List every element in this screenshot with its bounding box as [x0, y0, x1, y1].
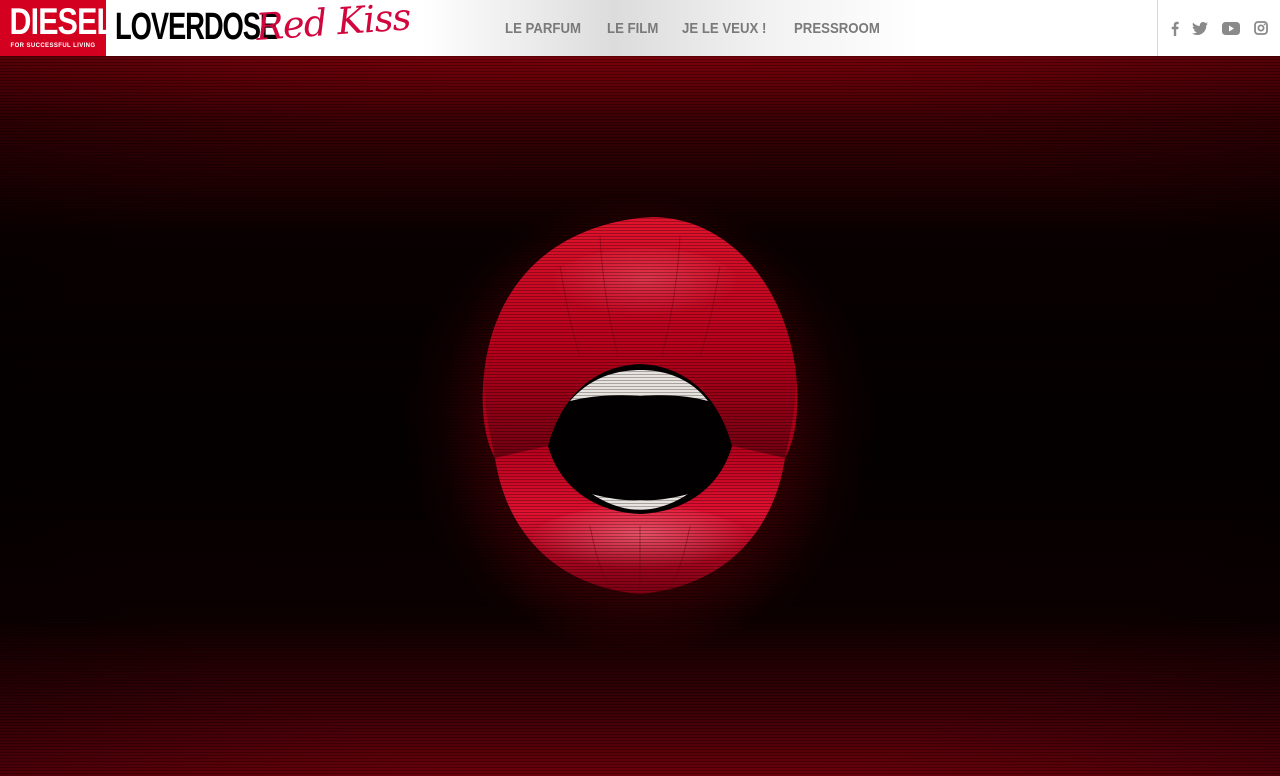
brand-name: LOVERDOSE	[115, 6, 278, 48]
diesel-logo-tagline: FOR SUCCESSFUL LIVING	[10, 43, 96, 49]
nav-le-parfum[interactable]: LE PARFUM	[505, 20, 581, 37]
diesel-logo[interactable]: DIESEL FOR SUCCESSFUL LIVING	[0, 0, 115, 56]
nav-le-film[interactable]: LE FILM	[607, 20, 658, 37]
youtube-icon[interactable]	[1221, 19, 1241, 37]
nav-je-le-veux[interactable]: JE LE VEUX !	[682, 20, 766, 37]
main-nav: LE PARFUM LE FILM JE LE VEUX ! PRESSROOM	[505, 0, 891, 56]
red-lips-image	[440, 196, 840, 656]
site-header: DIESEL FOR SUCCESSFUL LIVING LOVERDOSE R…	[0, 0, 1280, 56]
facebook-icon[interactable]	[1170, 19, 1180, 37]
social-links	[1157, 0, 1280, 56]
hero-video[interactable]	[0, 56, 1280, 776]
nav-pressroom[interactable]: PRESSROOM	[794, 20, 880, 37]
instagram-icon[interactable]	[1253, 19, 1269, 37]
diesel-logo-word: DIESEL	[9, 1, 115, 42]
twitter-icon[interactable]	[1191, 19, 1209, 37]
brand-script: Red Kiss	[254, 0, 412, 49]
